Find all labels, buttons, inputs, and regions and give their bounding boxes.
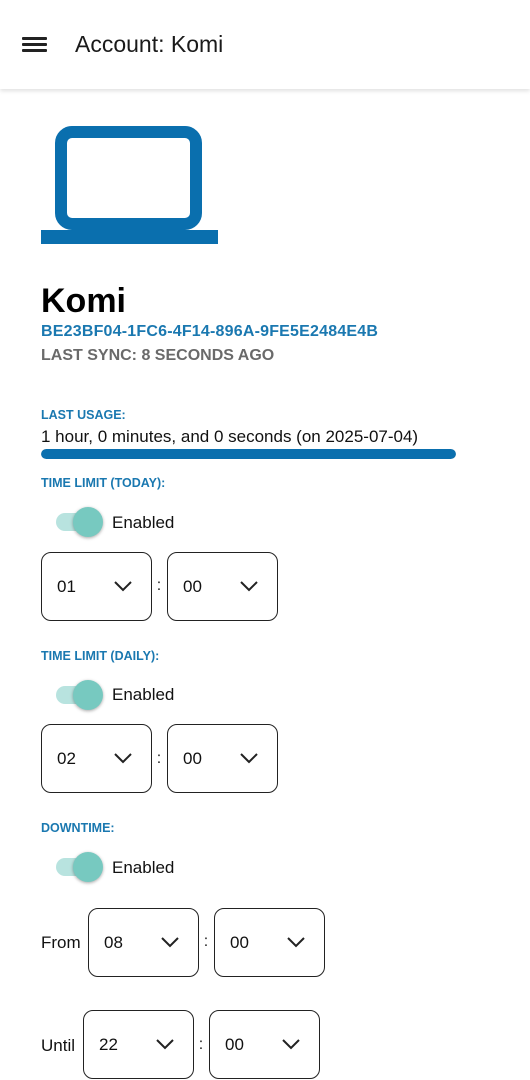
time-limit-today-toggle-label: Enabled <box>112 513 175 532</box>
select-value: 08 <box>104 933 123 952</box>
time-limit-today-hours-select[interactable]: 01 <box>41 552 152 621</box>
time-limit-today-toggle[interactable] <box>56 507 106 537</box>
time-limit-daily-toggle-label: Enabled <box>112 685 175 704</box>
time-separator: : <box>156 750 162 767</box>
downtime-until-hours-select[interactable]: 22 <box>83 1010 194 1079</box>
page-title: Account: Komi <box>75 31 224 57</box>
app-bar: Account: Komi <box>0 0 530 89</box>
downtime-from-hours-select[interactable]: 08 <box>88 908 199 977</box>
time-limit-daily-label: TIME LIMIT (DAILY): <box>41 649 160 663</box>
downtime-from-label: From <box>41 933 81 952</box>
chevron-down-icon <box>114 581 132 592</box>
time-limit-daily-minutes-select[interactable]: 00 <box>167 724 278 793</box>
toggle-thumb <box>73 852 103 882</box>
chevron-down-icon <box>282 1039 300 1050</box>
last-usage-text: 1 hour, 0 minutes, and 0 seconds (on 202… <box>41 427 419 446</box>
downtime-until-minutes-select[interactable]: 00 <box>209 1010 320 1079</box>
chevron-down-icon <box>161 937 179 948</box>
downtime-toggle-label: Enabled <box>112 858 175 877</box>
select-value: 00 <box>225 1035 244 1054</box>
time-limit-daily-toggle[interactable] <box>56 680 106 710</box>
chevron-down-icon <box>240 581 258 592</box>
chevron-down-icon <box>240 753 258 764</box>
time-separator: : <box>203 933 209 950</box>
downtime-from-minutes-select[interactable]: 00 <box>214 908 325 977</box>
time-limit-daily-hours-select[interactable]: 02 <box>41 724 152 793</box>
select-value: 00 <box>230 933 249 952</box>
laptop-icon <box>41 126 218 244</box>
toggle-thumb <box>73 507 103 537</box>
usage-progress-bar <box>41 449 456 459</box>
time-separator: : <box>198 1036 204 1053</box>
usage-progress-fill <box>41 449 456 459</box>
select-value: 02 <box>57 749 76 768</box>
toggle-thumb <box>73 680 103 710</box>
select-value: 01 <box>57 577 76 596</box>
downtime-toggle[interactable] <box>56 852 106 882</box>
chevron-down-icon <box>287 937 305 948</box>
time-limit-today-label: TIME LIMIT (TODAY): <box>41 476 166 490</box>
downtime-label: DOWNTIME: <box>41 821 115 835</box>
hamburger-menu-icon[interactable] <box>22 35 48 55</box>
select-value: 00 <box>183 577 202 596</box>
downtime-until-label: Until <box>41 1036 76 1055</box>
time-limit-today-minutes-select[interactable]: 00 <box>167 552 278 621</box>
device-name: Komi <box>41 282 126 320</box>
select-value: 22 <box>99 1035 118 1054</box>
chevron-down-icon <box>114 753 132 764</box>
device-id: BE23BF04-1FC6-4F14-896A-9FE5E2484E4B <box>41 323 379 340</box>
last-usage-label: LAST USAGE: <box>41 408 126 422</box>
time-separator: : <box>156 577 162 594</box>
last-sync-status: LAST SYNC: 8 SECONDS AGO <box>41 347 275 364</box>
select-value: 00 <box>183 749 202 768</box>
chevron-down-icon <box>156 1039 174 1050</box>
